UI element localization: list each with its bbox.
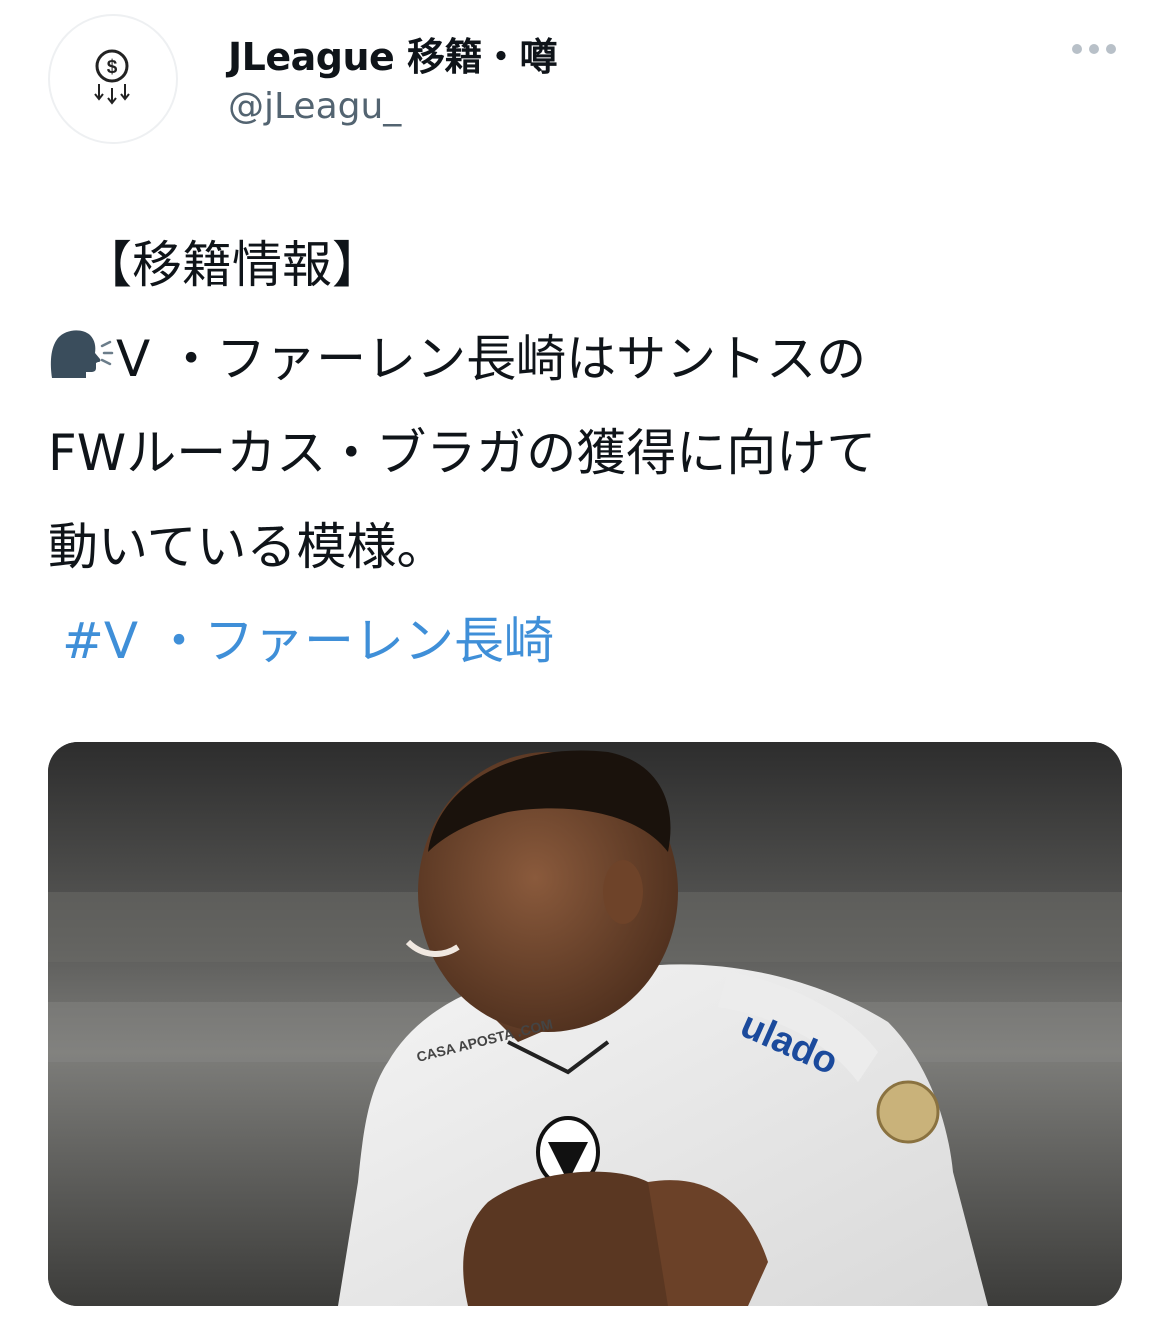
tweet-text-line: 【移籍情報】	[82, 236, 382, 294]
dollar-coin-down-arrows-icon: $	[94, 49, 130, 105]
author-handle[interactable]: @jLeagu_	[228, 86, 401, 127]
author-display-name[interactable]: JLeague 移籍・噂	[228, 26, 558, 81]
tweet-text-line: FWルーカス・ブラガの獲得に向けて	[48, 424, 877, 482]
speaking-head-icon	[48, 320, 114, 378]
more-options-icon[interactable]	[1068, 34, 1120, 64]
tweet-text-line: V ・ファーレン長崎はサントスの	[116, 330, 867, 388]
football-player-photo: ulado CASA APOSTA .COM	[48, 742, 1122, 1306]
tweet-media-photo[interactable]: ulado CASA APOSTA .COM	[48, 742, 1122, 1306]
tweet-text: 【移籍情報】 V ・ファーレン長崎はサントスの FWルーカス・ブラガの獲得に向け…	[48, 218, 1128, 688]
tweet-text-line: 動いている模様。	[48, 518, 447, 576]
tweet-text-line-with-icon: V ・ファーレン長崎はサントスの	[48, 312, 1128, 406]
svg-text:$: $	[107, 57, 118, 78]
hashtag-link[interactable]: #V ・ファーレン長崎	[48, 612, 554, 670]
author-avatar[interactable]: $	[48, 14, 178, 144]
